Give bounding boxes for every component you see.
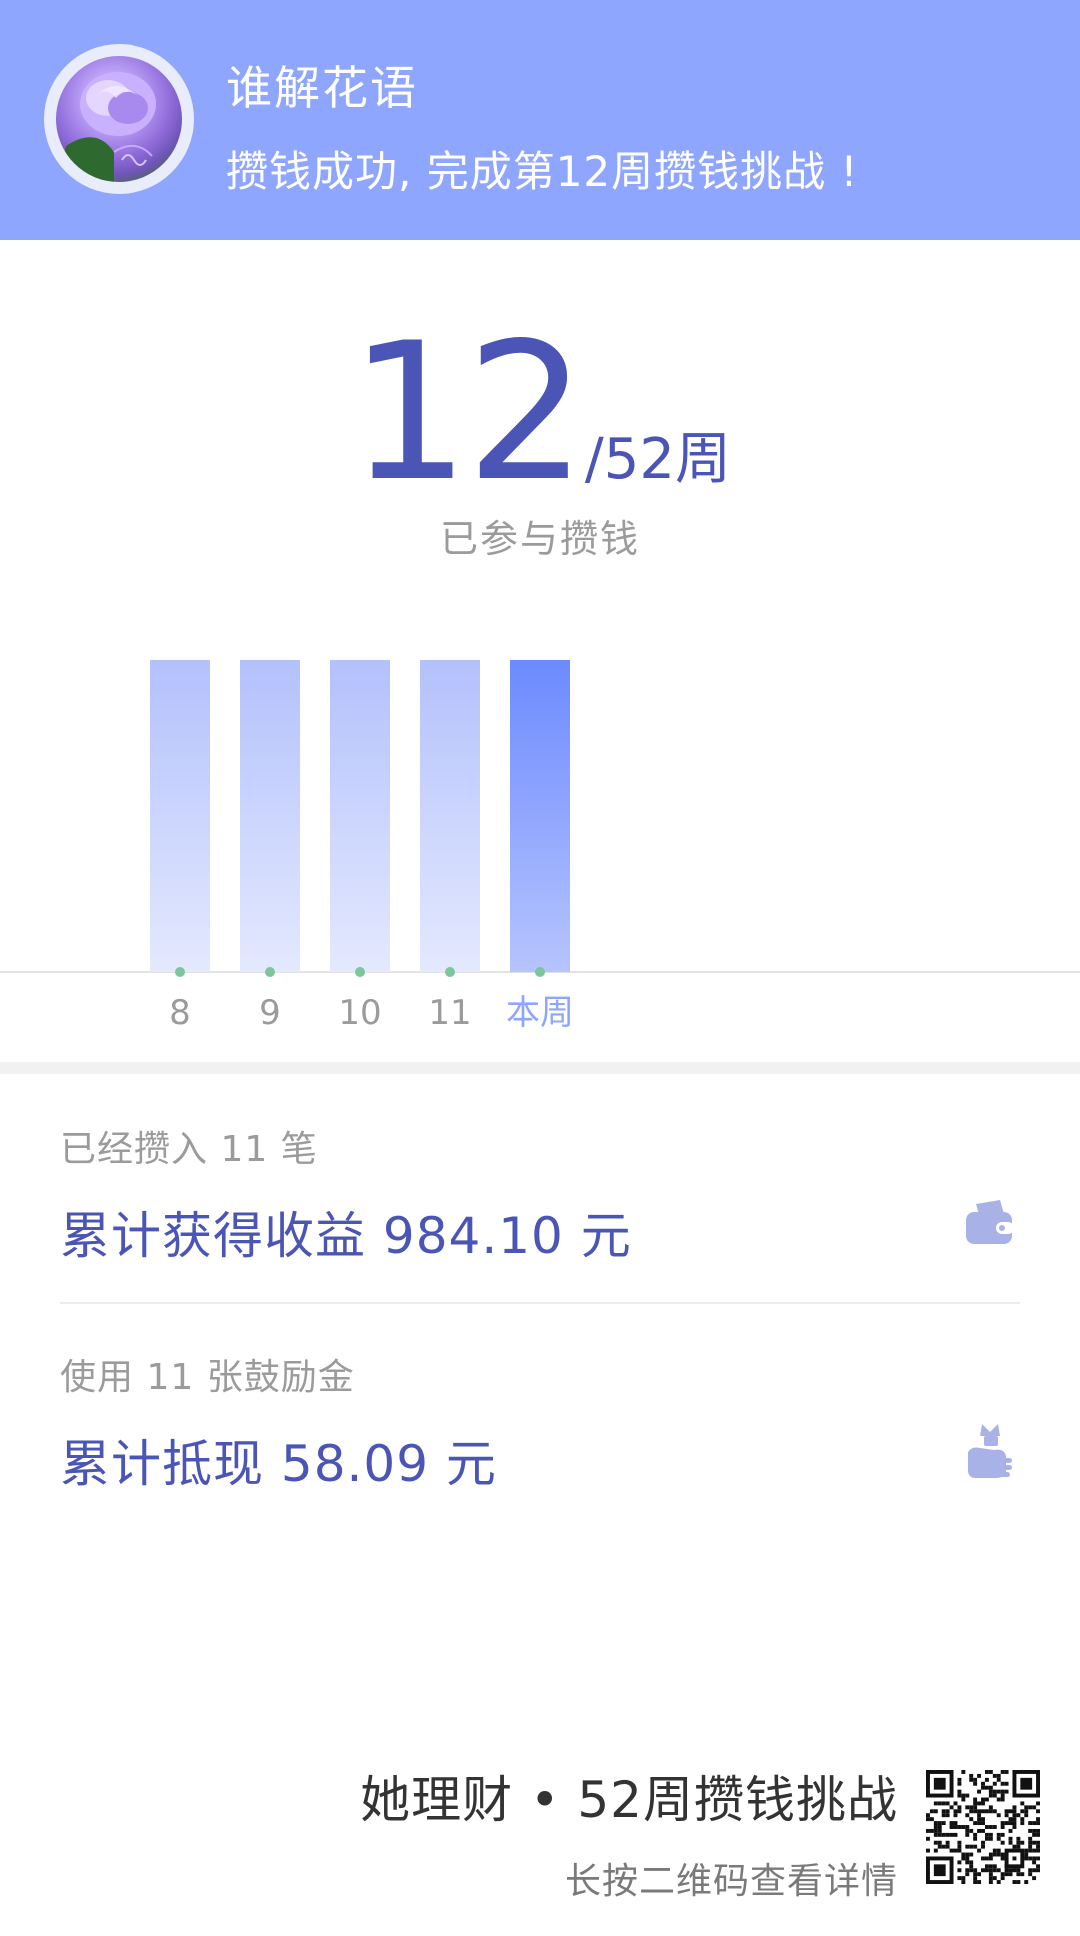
chart-marker-dot: [445, 967, 455, 977]
chart-tick-label: 8: [169, 993, 191, 1033]
counter-caption: 已参与攒钱: [439, 517, 640, 561]
coupon-count-text: 使用 11 张鼓励金: [60, 1357, 355, 1398]
chart-bar-week-9: [240, 660, 300, 972]
chart-marker-dot: [265, 967, 275, 977]
chart-bar-week-11: [420, 660, 480, 972]
chart-marker-dot: [175, 967, 185, 977]
total-cashback-text: 累计抵现 58.09 元: [60, 1435, 497, 1493]
chart-marker-dot: [355, 967, 365, 977]
total-weeks-suffix: /52周: [584, 427, 731, 492]
chart-marker-dot: [535, 967, 545, 977]
footer-title: 她理财 • 52周攒钱挑战: [360, 1771, 898, 1829]
chart-svg: 8 9 10 11 本周: [0, 660, 1080, 1033]
qr-code[interactable]: [926, 1770, 1040, 1884]
header-banner: 谁解花语 攒钱成功, 完成第12周攒钱挑战 !: [0, 0, 1080, 240]
avatar[interactable]: [44, 44, 194, 194]
chart-bar-week-10: [330, 660, 390, 972]
success-message: 攒钱成功, 完成第12周攒钱挑战 !: [226, 147, 859, 196]
purple-rose-avatar-image: [56, 56, 182, 182]
chart-tick-label: 本周: [506, 993, 574, 1033]
total-earnings-text: 累计获得收益 984.10 元: [60, 1207, 632, 1265]
chart-bar-week-8: [150, 660, 210, 972]
user-name: 谁解花语: [226, 61, 418, 115]
section-divider: [0, 1062, 1080, 1074]
earnings-stat: 已经攒入 11 笔 累计获得收益 984.10 元: [60, 1120, 1020, 1268]
chart-tick-label: 9: [259, 993, 281, 1033]
chart-tick-label: 11: [428, 993, 471, 1033]
weekly-bar-chart: 8 9 10 11 本周: [0, 640, 1080, 1040]
chart-bar-current-week: [510, 660, 570, 972]
cashback-stat: 使用 11 张鼓励金 累计抵现 58.09 元: [60, 1348, 1020, 1496]
chart-tick-label: 10: [338, 993, 381, 1033]
footer-hint: 长按二维码查看详情: [564, 1861, 898, 1902]
rose-icon: [56, 72, 156, 182]
week-counter: 12/52周: [0, 318, 1080, 508]
deposit-count-text: 已经攒入 11 笔: [60, 1129, 318, 1170]
hand-money-icon: [960, 1422, 1020, 1482]
current-week-number: 12: [349, 302, 587, 523]
wallet-icon: [960, 1194, 1020, 1254]
stats-divider: [60, 1302, 1020, 1304]
